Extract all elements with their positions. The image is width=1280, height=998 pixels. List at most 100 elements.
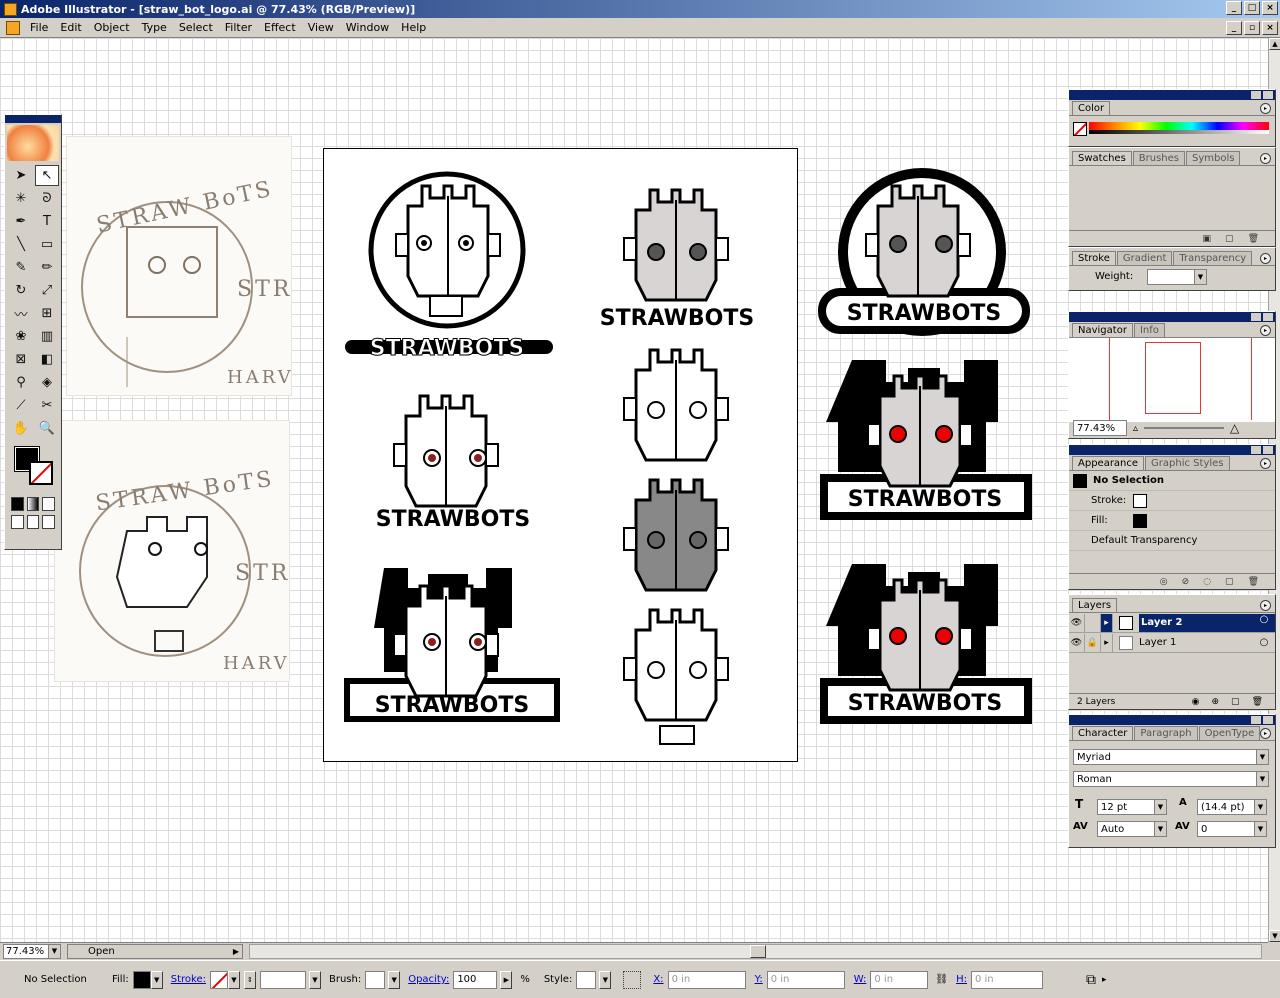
scroll-up-button[interactable]: ▲: [1269, 38, 1280, 50]
stroke-panel-menu-icon[interactable]: ▸: [1260, 253, 1271, 264]
duplicate-item-icon[interactable]: ▢: [1225, 577, 1234, 587]
magic-wand-tool-icon[interactable]: ✳: [9, 188, 33, 209]
menu-filter[interactable]: Filter: [219, 21, 258, 34]
color-panel-titlebar[interactable]: [1069, 90, 1275, 100]
w-label[interactable]: W:: [854, 974, 867, 985]
tab-info[interactable]: Info: [1133, 323, 1165, 337]
x-input[interactable]: 0 in: [667, 970, 746, 989]
menu-effect[interactable]: Effect: [258, 21, 302, 34]
type-tool-icon[interactable]: T: [35, 211, 59, 232]
tab-layers[interactable]: Layers: [1072, 598, 1118, 612]
appearance-panel-titlebar[interactable]: [1069, 445, 1275, 455]
color-panel-menu-icon[interactable]: ▸: [1260, 103, 1271, 114]
color-spectrum[interactable]: [1089, 122, 1269, 134]
selection-tool-icon[interactable]: ➤: [9, 165, 33, 186]
layer-expand-icon[interactable]: ▸: [1101, 633, 1113, 652]
brush-swatch[interactable]: [365, 970, 386, 989]
menu-edit[interactable]: Edit: [54, 21, 87, 34]
stroke-swatch[interactable]: [29, 461, 53, 485]
delete-item-icon[interactable]: 🗑: [1248, 577, 1259, 587]
rotate-tool-icon[interactable]: ↻: [9, 280, 33, 301]
layer-row[interactable]: 👁 🔒 ▸ Layer 1 ○: [1069, 633, 1275, 653]
hand-tool-icon[interactable]: ✋: [9, 418, 33, 439]
h-input[interactable]: 0 in: [970, 970, 1043, 989]
tab-gradient[interactable]: Gradient: [1116, 251, 1173, 265]
clear-appearance-icon[interactable]: ⊘: [1182, 577, 1190, 587]
doc-restore-button[interactable]: ▫: [1244, 21, 1260, 35]
constrain-link-icon[interactable]: ⛓: [935, 974, 948, 985]
menu-select[interactable]: Select: [173, 21, 219, 34]
delete-layer-icon[interactable]: 🗑: [1252, 697, 1263, 707]
reduce-basic-appearance-icon[interactable]: ◌: [1203, 577, 1211, 587]
zoom-in-icon[interactable]: △: [1230, 421, 1239, 435]
make-clipping-mask-icon[interactable]: ◉: [1192, 697, 1200, 707]
layer-lock-toggle[interactable]: [1085, 613, 1101, 632]
paintbrush-tool-icon[interactable]: ✎: [9, 257, 33, 278]
tab-stroke[interactable]: Stroke: [1072, 251, 1116, 265]
appearance-transparency-row[interactable]: Default Transparency: [1069, 531, 1275, 551]
h-label[interactable]: H:: [956, 974, 967, 985]
font-family-select[interactable]: Myriad ▼: [1073, 749, 1269, 765]
layer-lock-icon[interactable]: 🔒: [1085, 633, 1101, 652]
navigator-preview[interactable]: [1069, 338, 1275, 422]
zoom-tool-icon[interactable]: 🔍: [35, 418, 59, 439]
appearance-fill-swatch[interactable]: [1133, 513, 1147, 528]
w-input[interactable]: 0 in: [870, 970, 929, 989]
control-bar-menu-icon[interactable]: ▸: [1102, 975, 1107, 985]
pencil-tool-icon[interactable]: ✏: [35, 257, 59, 278]
layer-row[interactable]: 👁 ▸ Layer 2 ○: [1069, 613, 1275, 633]
full-screen-menu-mode-icon[interactable]: [26, 515, 40, 529]
doc-close-button[interactable]: ×: [1262, 21, 1278, 35]
font-style-select[interactable]: Roman ▼: [1073, 771, 1269, 787]
menu-help[interactable]: Help: [395, 21, 432, 34]
direct-selection-tool-icon[interactable]: ↖: [35, 165, 59, 186]
gradient-tool-icon[interactable]: ◧: [35, 349, 59, 370]
appearance-panel-menu-icon[interactable]: ▸: [1260, 458, 1271, 469]
appearance-fill-row[interactable]: Fill:: [1069, 511, 1275, 531]
blend-tool-icon[interactable]: ◈: [35, 372, 59, 393]
gradient-mode-icon[interactable]: [26, 497, 40, 511]
navigator-thumbnail[interactable]: [1145, 342, 1201, 414]
scale-tool-icon[interactable]: ⤢: [35, 280, 59, 301]
stroke-dropdown[interactable]: ▼: [227, 970, 240, 989]
tab-navigator[interactable]: Navigator: [1072, 323, 1133, 337]
style-dropdown[interactable]: ▼: [599, 970, 612, 989]
menu-file[interactable]: File: [24, 21, 54, 34]
stroke-weight-field[interactable]: ▼: [1147, 269, 1207, 285]
appearance-header-row[interactable]: No Selection: [1069, 471, 1275, 491]
opacity-link[interactable]: Opacity:: [408, 974, 449, 985]
character-panel-titlebar[interactable]: [1069, 715, 1275, 725]
zoom-level-field[interactable]: 77.43% ▼: [3, 944, 61, 959]
tab-brushes[interactable]: Brushes: [1132, 151, 1186, 165]
tracking-field[interactable]: 0 ▼: [1197, 821, 1267, 837]
horizontal-scroll-thumb[interactable]: [750, 945, 766, 958]
menu-window[interactable]: Window: [340, 21, 395, 34]
stroke-color-swatch[interactable]: [209, 970, 228, 989]
stroke-weight-dropdown[interactable]: ▼: [308, 970, 321, 989]
show-swatch-kinds-icon[interactable]: ▣: [1203, 234, 1212, 244]
stroke-link[interactable]: Stroke:: [171, 974, 206, 985]
lasso-tool-icon[interactable]: ᘐ: [35, 188, 59, 209]
toolbox-titlebar[interactable]: [5, 115, 61, 123]
tab-transparency[interactable]: Transparency: [1173, 251, 1253, 265]
character-panel-menu-icon[interactable]: ▸: [1260, 728, 1271, 739]
delete-swatch-icon[interactable]: 🗑: [1248, 234, 1259, 244]
doc-minimize-button[interactable]: _: [1226, 21, 1242, 35]
pen-tool-icon[interactable]: ✒: [9, 211, 33, 232]
swatches-panel-menu-icon[interactable]: ▸: [1260, 153, 1271, 164]
new-swatch-icon[interactable]: ▢: [1225, 234, 1234, 244]
leading-field[interactable]: (14.4 pt) ▼: [1197, 799, 1267, 815]
stroke-weight-input[interactable]: [259, 970, 306, 989]
minimize-button[interactable]: _: [1226, 1, 1242, 15]
fill-dropdown[interactable]: ▼: [150, 970, 163, 989]
zoom-out-icon[interactable]: ▵: [1133, 423, 1138, 434]
new-sublayer-icon[interactable]: ⊕: [1212, 697, 1220, 707]
layer-visibility-eye-icon[interactable]: 👁: [1069, 613, 1085, 632]
menu-object[interactable]: Object: [88, 21, 136, 34]
layer-visibility-eye-icon[interactable]: 👁: [1069, 633, 1085, 652]
slice-tool-icon[interactable]: ⟋: [9, 395, 33, 416]
stroke-weight-stepper[interactable]: ⇕: [243, 970, 256, 989]
none-color-icon[interactable]: [1073, 122, 1087, 136]
layer-target-icon[interactable]: ○: [1253, 637, 1275, 648]
rectangle-tool-icon[interactable]: ▭: [35, 234, 59, 255]
